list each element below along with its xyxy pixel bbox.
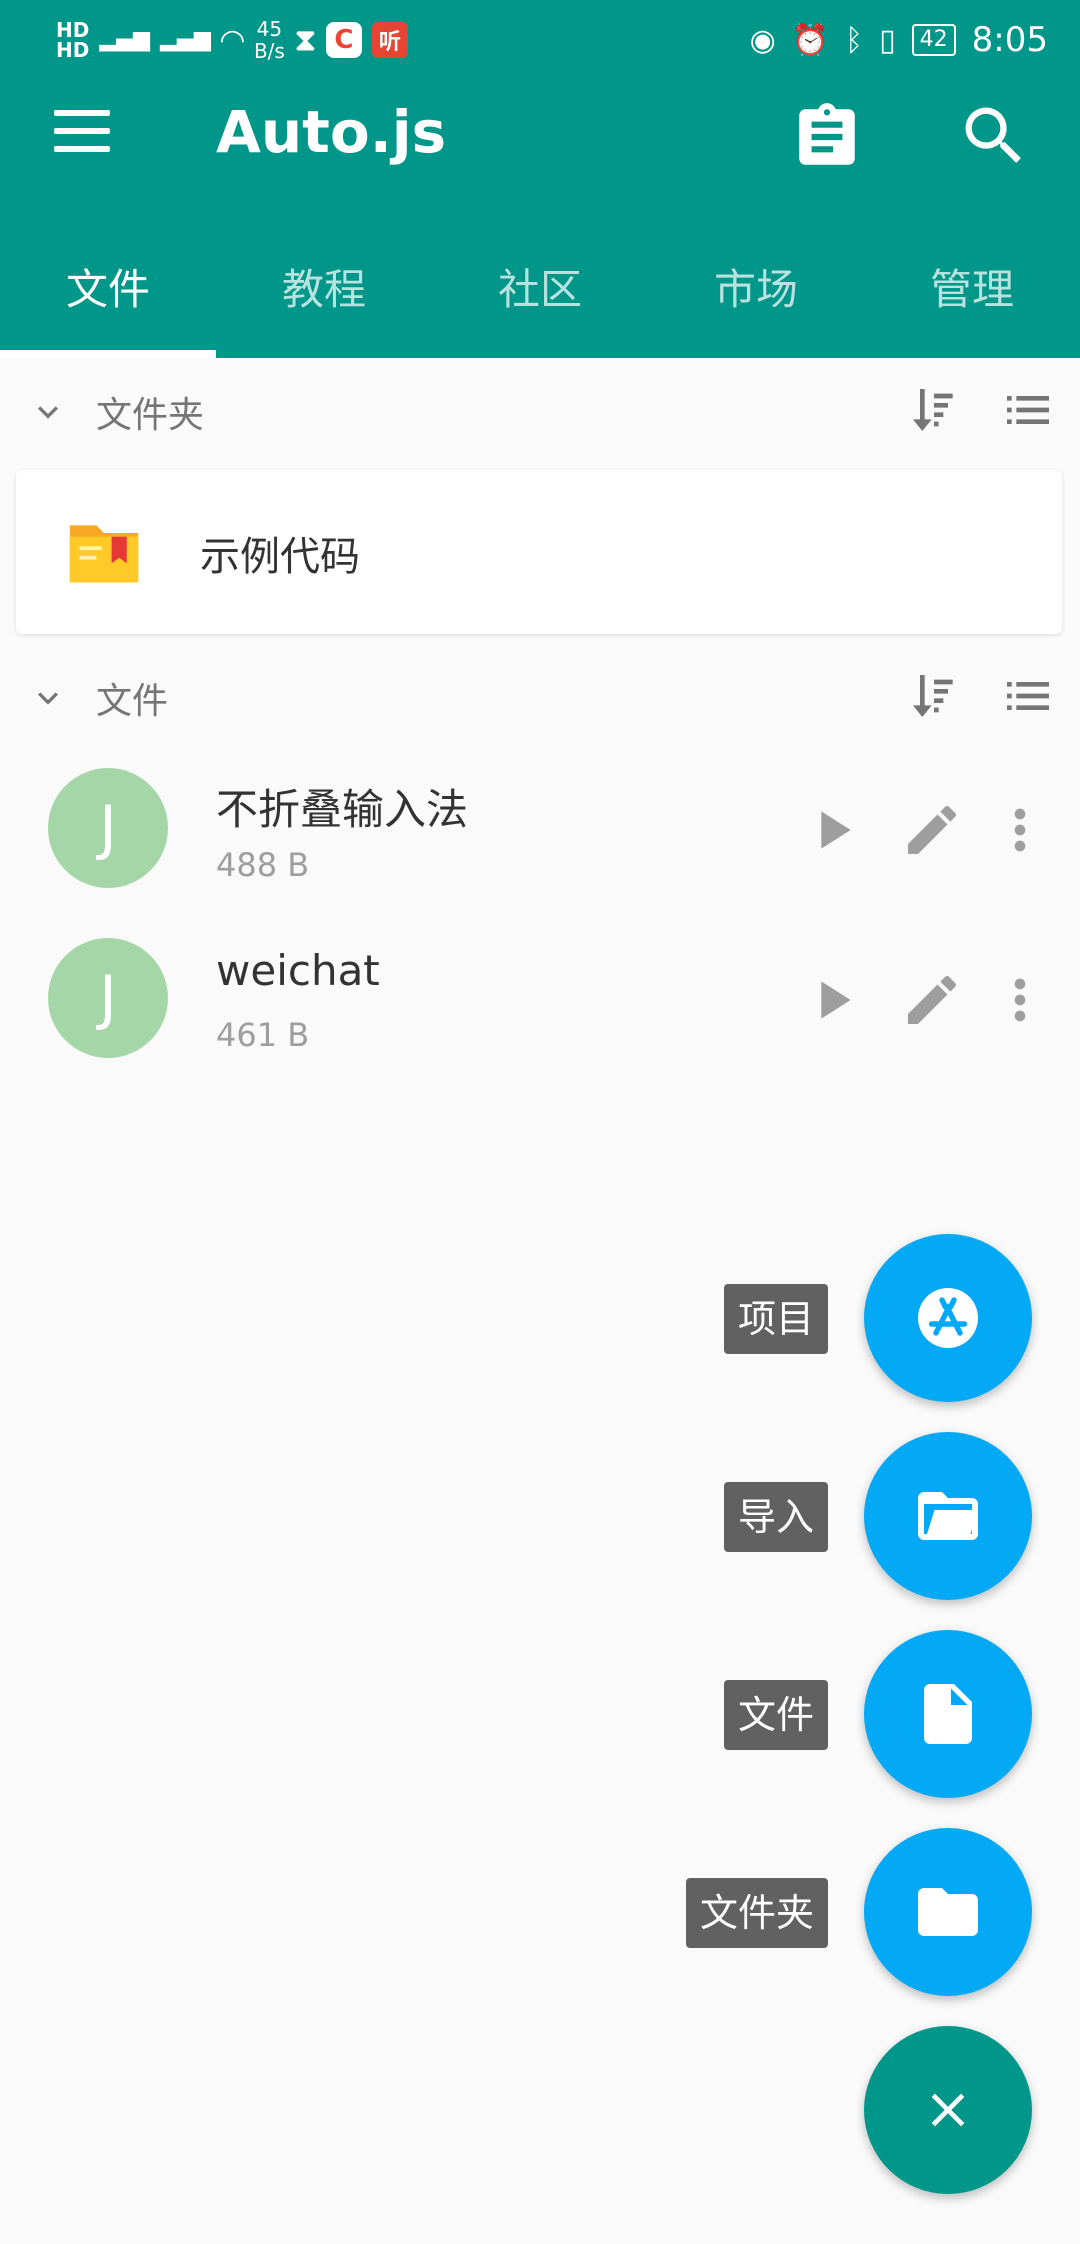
tab-community[interactable]: 社区 bbox=[432, 240, 648, 358]
tab-tutorial[interactable]: 教程 bbox=[216, 240, 432, 358]
tab-manage[interactable]: 管理 bbox=[864, 240, 1080, 358]
sort-icon[interactable] bbox=[906, 668, 962, 724]
tab-market[interactable]: 市场 bbox=[648, 240, 864, 358]
fab-item-project[interactable]: 项目 bbox=[0, 1234, 1080, 1404]
files-section-header[interactable]: 文件 bbox=[0, 646, 1080, 746]
bluetooth-icon: ᛒ bbox=[845, 22, 864, 58]
menu-icon[interactable] bbox=[54, 110, 114, 160]
edit-icon[interactable] bbox=[900, 798, 964, 862]
battery-icon: 42 bbox=[911, 24, 956, 56]
signal2-icon: ▂▄▆ bbox=[160, 27, 211, 52]
fab-label-file[interactable]: 文件 bbox=[723, 1680, 828, 1750]
app-store-icon[interactable] bbox=[864, 1234, 1032, 1402]
fab-item-import[interactable]: 导入 bbox=[0, 1432, 1080, 1602]
fab-main[interactable] bbox=[0, 2026, 1080, 2196]
chevron-down-icon[interactable] bbox=[28, 392, 68, 432]
folders-section-label: 文件夹 bbox=[96, 395, 205, 436]
fab-label-folder[interactable]: 文件夹 bbox=[685, 1878, 828, 1948]
more-vert-icon[interactable] bbox=[988, 798, 1052, 862]
file-row[interactable]: J 不折叠输入法 488 B bbox=[0, 746, 1080, 917]
file-name: weichat bbox=[216, 946, 380, 995]
search-icon[interactable] bbox=[956, 98, 1032, 174]
fab-item-folder[interactable]: 文件夹 bbox=[0, 1828, 1080, 1998]
hd1-label: HD bbox=[56, 18, 90, 42]
play-icon[interactable] bbox=[800, 968, 864, 1032]
fab-label-project[interactable]: 项目 bbox=[723, 1284, 828, 1354]
tab-files[interactable]: 文件 bbox=[0, 240, 216, 358]
clock: 8:05 bbox=[971, 20, 1048, 60]
sort-icon[interactable] bbox=[906, 382, 962, 438]
fab-item-file[interactable]: 文件 bbox=[0, 1630, 1080, 1800]
status-right: ◉ ⏰ ᛒ ▯ 42 8:05 bbox=[750, 14, 1048, 66]
file-name: 不折叠输入法 bbox=[216, 785, 469, 834]
fab-label-import[interactable]: 导入 bbox=[723, 1482, 828, 1552]
file-size: 488 B bbox=[216, 846, 310, 884]
folder-name: 示例代码 bbox=[200, 534, 360, 580]
folders-section-header[interactable]: 文件夹 bbox=[0, 360, 1080, 460]
avatar: J bbox=[48, 938, 168, 1058]
net-speed-value: 45 bbox=[256, 17, 283, 41]
play-icon[interactable] bbox=[800, 798, 864, 862]
more-vert-icon[interactable] bbox=[988, 968, 1052, 1032]
file-size: 461 B bbox=[216, 1016, 310, 1054]
close-icon[interactable] bbox=[864, 2026, 1032, 2194]
alarm-icon: ⏰ bbox=[791, 22, 830, 58]
edit-icon[interactable] bbox=[900, 968, 964, 1032]
app-ting-icon: 听 bbox=[371, 22, 408, 58]
hd-indicators: HD HD bbox=[56, 20, 89, 60]
net-speed: 45 B/s bbox=[254, 18, 285, 62]
vibrate-icon: ▯ bbox=[879, 22, 896, 58]
files-section-label: 文件 bbox=[96, 681, 169, 722]
hd2-label: HD bbox=[56, 38, 90, 62]
file-icon[interactable] bbox=[864, 1630, 1032, 1798]
wifi-icon: ◠ bbox=[220, 22, 244, 58]
status-left: HD HD ▂▄▆ ▂▄▆ ◠ 45 B/s ⧗ C 听 bbox=[56, 14, 408, 66]
hourglass-icon: ⧗ bbox=[294, 22, 316, 58]
list-view-icon[interactable] bbox=[1000, 382, 1056, 438]
toolbar: Auto.js bbox=[0, 80, 1080, 190]
list-view-icon[interactable] bbox=[1000, 668, 1056, 724]
app-c-icon: C bbox=[325, 22, 362, 58]
app-bar: HD HD ▂▄▆ ▂▄▆ ◠ 45 B/s ⧗ C 听 ◉ ⏰ ᛒ ▯ 42 … bbox=[0, 0, 1080, 358]
folder-item[interactable]: 示例代码 bbox=[16, 470, 1062, 634]
signal-icon: ▂▄▆ bbox=[99, 27, 151, 52]
tab-bar: 文件 教程 社区 市场 管理 bbox=[0, 240, 1080, 358]
folder-open-icon[interactable] bbox=[864, 1432, 1032, 1600]
app-title: Auto.js bbox=[216, 98, 447, 166]
folder-icon bbox=[66, 512, 142, 592]
clipboard-icon[interactable] bbox=[790, 100, 864, 174]
folder-icon[interactable] bbox=[864, 1828, 1032, 1996]
avatar: J bbox=[48, 768, 168, 888]
eye-icon: ◉ bbox=[749, 22, 776, 58]
net-speed-unit: B/s bbox=[253, 39, 285, 63]
status-bar: HD HD ▂▄▆ ▂▄▆ ◠ 45 B/s ⧗ C 听 ◉ ⏰ ᛒ ▯ 42 … bbox=[0, 0, 1080, 80]
chevron-down-icon[interactable] bbox=[28, 678, 68, 718]
file-row[interactable]: J weichat 461 B bbox=[0, 916, 1080, 1086]
